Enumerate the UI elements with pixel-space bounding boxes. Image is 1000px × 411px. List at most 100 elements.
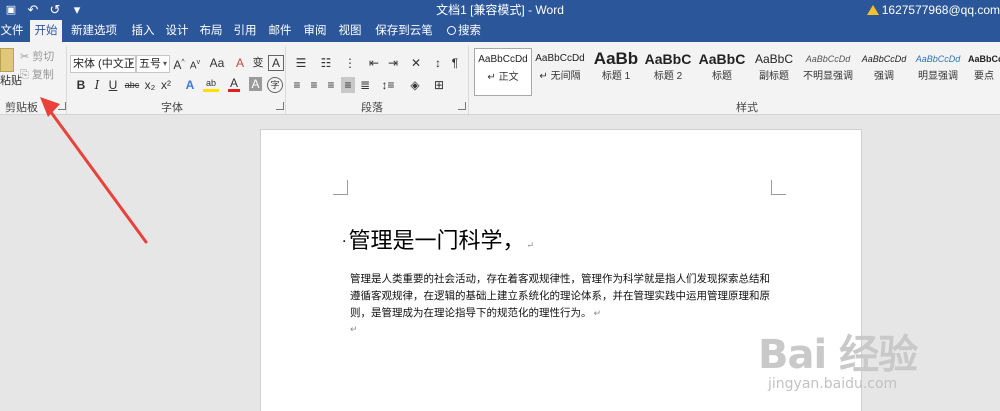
copy-button[interactable]: ⎘ 复制 — [20, 66, 54, 82]
style-sample: AaBbC — [698, 51, 746, 67]
show-marks-icon[interactable]: ¶ — [448, 55, 462, 71]
tab-mailings[interactable]: 邮件 — [267, 20, 293, 42]
paragraph-mark: ↵ — [593, 309, 602, 319]
style-name: 标题 2 — [653, 71, 683, 82]
font-name-value: 宋体 (中文正文 — [73, 58, 135, 70]
account-email[interactable]: 1627577968@qq.com — [882, 0, 1000, 20]
numbering-icon[interactable]: ☷ — [315, 55, 337, 71]
watermark-brand: Bai 经验 — [758, 332, 918, 378]
distributed-icon[interactable]: ≣ — [358, 77, 372, 93]
shading-icon[interactable]: ◈ — [404, 77, 426, 93]
style-title[interactable]: AaBbC 标题 — [694, 48, 750, 92]
tab-search[interactable]: 搜索 — [446, 20, 482, 42]
tab-insert[interactable]: 插入 — [130, 20, 156, 42]
borders-icon[interactable]: ⊞ — [428, 77, 450, 93]
strikethrough-icon[interactable]: abc — [124, 77, 140, 93]
chevron-down-icon[interactable]: ▾ — [163, 56, 167, 72]
document-title: 文档1 [兼容模式] - Word — [436, 3, 564, 17]
paragraph-mark: ↵ — [350, 324, 358, 334]
document-heading[interactable]: ·管理是一门科学， ↵ — [342, 223, 534, 255]
style-heading-1[interactable]: AaBb 标题 1 — [588, 48, 644, 92]
paste-button[interactable]: 粘贴 — [0, 74, 22, 88]
italic-icon[interactable]: I — [90, 77, 104, 93]
character-border-icon[interactable]: A — [268, 55, 284, 71]
style-strong[interactable]: AaBbCcDd 要点 — [962, 48, 1000, 92]
style-name: 强调 — [874, 71, 894, 82]
group-separator — [468, 46, 469, 114]
tab-design[interactable]: 设计 — [164, 20, 190, 42]
font-name-combo[interactable]: 宋体 (中文正文▾ — [70, 55, 136, 73]
clipboard-group-label: 剪贴板 — [5, 102, 38, 114]
tab-save-to-cloud-notes[interactable]: 保存到云笔记 — [371, 20, 437, 59]
tab-file[interactable]: 文件 — [0, 20, 24, 42]
character-shading-icon[interactable]: A — [249, 77, 262, 91]
bullets-icon[interactable]: ☰ — [290, 55, 312, 71]
underline-icon[interactable]: U — [106, 77, 120, 93]
style-sample: AaBbCcDd — [535, 53, 585, 64]
tab-references[interactable]: 引用 — [232, 20, 258, 42]
style-subtitle[interactable]: AaBbC 副标题 — [746, 48, 802, 92]
paragraph-group-label: 段落 — [361, 102, 383, 114]
style-sample: AaBbCcDd — [968, 54, 1000, 64]
chevron-down-icon[interactable]: ▾ — [129, 56, 133, 72]
align-center-icon[interactable]: ≡ — [307, 77, 321, 93]
style-sample: AaBbCcDd — [915, 54, 961, 64]
style-name: 标题 1 — [601, 71, 631, 82]
scissors-icon: ✂ — [20, 51, 30, 63]
highlight-icon[interactable]: ab — [203, 77, 219, 92]
style-name: ↵ 正文 — [487, 72, 519, 83]
superscript-icon[interactable]: x² — [159, 77, 173, 93]
font-color-icon[interactable]: A — [228, 77, 240, 92]
decrease-indent-icon[interactable]: ⇤ — [365, 55, 383, 71]
font-launcher-icon[interactable] — [276, 102, 284, 110]
account-area[interactable]: 1627577968@qq.com — [866, 0, 1000, 20]
style-normal[interactable]: AaBbCcDd ↵ 正文 — [474, 48, 532, 96]
style-subtle-emphasis[interactable]: AaBbCcDd 不明显强调 — [800, 48, 856, 92]
grow-font-icon[interactable]: A^ — [172, 55, 186, 73]
tab-home[interactable]: 开始 — [30, 20, 62, 43]
cut-button[interactable]: ✂ 剪切 — [20, 48, 54, 64]
style-heading-2[interactable]: AaBbC 标题 2 — [640, 48, 696, 92]
tab-view[interactable]: 视图 — [337, 20, 363, 42]
font-size-combo[interactable]: 五号 ▾ — [136, 55, 170, 73]
paragraph-line: 管理是人类重要的社会活动，存在着客观规律性，管理作为科学就是指人们发现探索总结和 — [350, 273, 770, 285]
shrink-font-icon[interactable]: Av — [188, 55, 202, 74]
style-name: 要点 — [974, 71, 994, 82]
increase-indent-icon[interactable]: ⇥ — [384, 55, 402, 71]
style-sample: AaBbCcDd — [805, 54, 851, 64]
paragraph-launcher-icon[interactable] — [458, 102, 466, 110]
style-name: 明显强调 — [918, 71, 958, 82]
chinese-layout-icon[interactable]: ✕ — [405, 55, 427, 71]
enclose-characters-icon[interactable]: 字 — [267, 77, 283, 93]
phonetic-guide-icon[interactable]: 变 — [251, 55, 265, 71]
margin-corner-mark — [771, 180, 786, 195]
tab-layout[interactable]: 布局 — [198, 20, 224, 42]
line-spacing-icon[interactable]: ↕≡ — [377, 77, 399, 93]
style-intense-emphasis[interactable]: AaBbCcDd 明显强调 — [910, 48, 966, 92]
group-separator — [66, 46, 67, 114]
tab-review[interactable]: 审阅 — [302, 20, 328, 42]
tab-new-tab[interactable]: 新建选项卡 — [66, 20, 122, 59]
justify-icon[interactable]: ≡ — [341, 77, 355, 93]
paragraph-line: 遵循客观规律，在逻辑的基础上建立系统化的理论体系，并在管理实践中运用管理原理和原 — [350, 290, 770, 302]
style-no-spacing[interactable]: AaBbCcDd ↵ 无间隔 — [532, 48, 588, 92]
multilevel-list-icon[interactable]: ⋮ — [339, 55, 361, 71]
style-emphasis[interactable]: AaBbCcDd 强调 — [856, 48, 912, 92]
align-right-icon[interactable]: ≡ — [324, 77, 338, 93]
clipboard-launcher-icon[interactable] — [58, 102, 66, 110]
document-paragraph[interactable]: 管理是人类重要的社会活动，存在着客观规律性，管理作为科学就是指人们发现探索总结和… — [350, 271, 782, 323]
paragraph-line: 则，是管理成为在理论指导下的规范化的理性行为。 ↵ — [350, 305, 782, 323]
title-bar: ▣ ↶ ↺ ▾ 文档1 [兼容模式] - Word 1627577968@qq.… — [0, 0, 1000, 20]
copy-label: 复制 — [31, 69, 54, 81]
clear-formatting-icon[interactable]: A — [233, 55, 247, 71]
bold-icon[interactable]: B — [74, 77, 88, 93]
style-sample: AaBbCcDd — [478, 54, 528, 65]
subscript-icon[interactable]: x₂ — [143, 77, 157, 93]
align-left-icon[interactable]: ≡ — [290, 77, 304, 93]
text-effects-icon[interactable]: A — [183, 77, 197, 93]
heading-marker: · — [342, 234, 347, 250]
paste-icon[interactable] — [0, 48, 14, 72]
warning-icon — [866, 5, 879, 15]
sort-icon[interactable]: ↕ — [430, 55, 446, 71]
change-case-icon[interactable]: Aa — [207, 55, 227, 71]
